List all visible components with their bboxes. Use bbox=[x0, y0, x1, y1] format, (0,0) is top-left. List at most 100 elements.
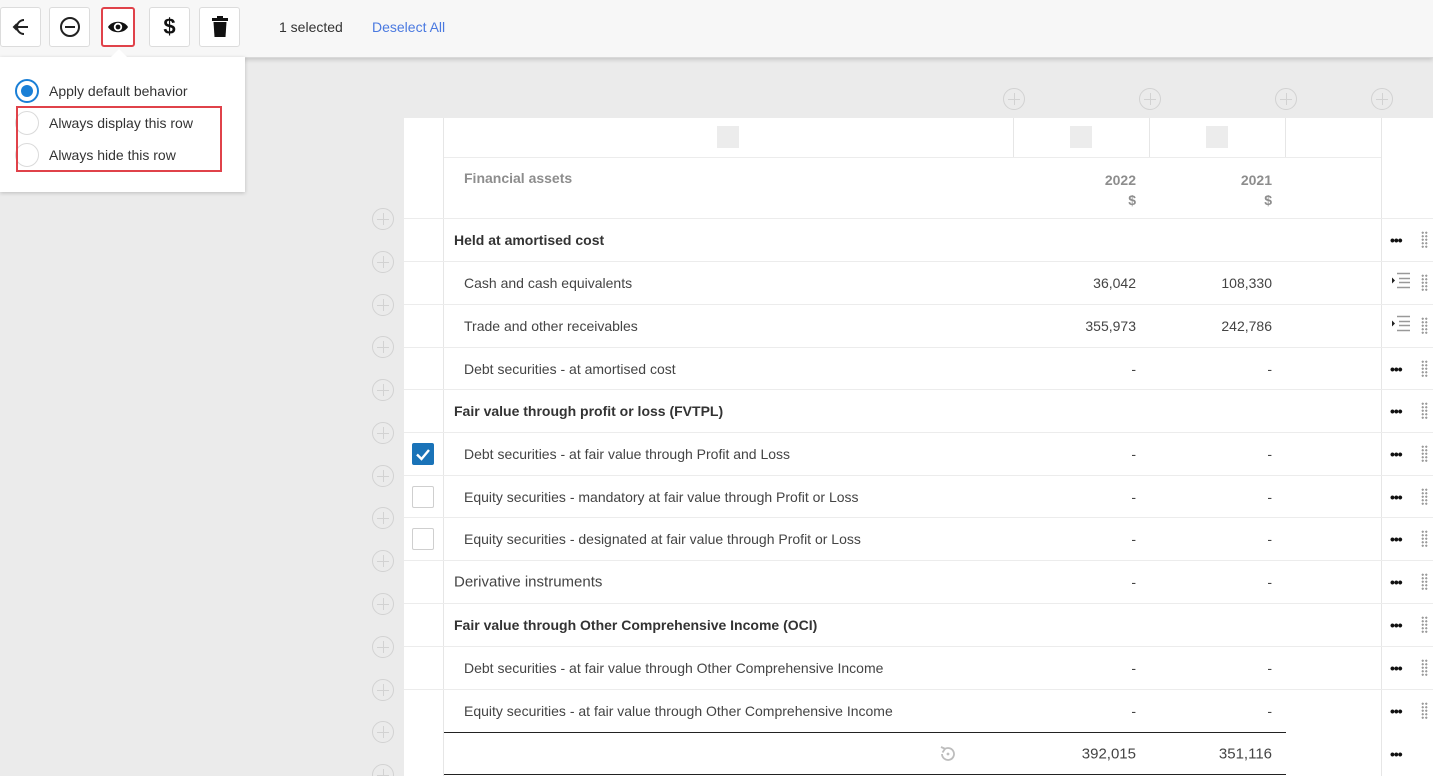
more-options-icon[interactable]: ••• bbox=[1390, 531, 1403, 547]
more-options-icon[interactable]: ••• bbox=[1390, 446, 1403, 462]
year-label: 2022 bbox=[1104, 172, 1136, 188]
row-label: Debt securities - at amortised cost bbox=[464, 360, 676, 377]
add-row-icon[interactable] bbox=[372, 294, 394, 316]
indent-icon bbox=[12, 19, 28, 35]
drag-handle-icon[interactable] bbox=[1421, 317, 1428, 335]
indent-list-icon[interactable] bbox=[1391, 315, 1411, 338]
dollar-icon: $ bbox=[163, 14, 176, 39]
column-header-2021: 2021 $ bbox=[1241, 170, 1272, 210]
table-row[interactable]: Debt securities - at fair value through … bbox=[404, 432, 1433, 475]
add-row-icon[interactable] bbox=[372, 764, 394, 776]
add-column-icon[interactable] bbox=[1275, 88, 1297, 110]
table-row[interactable]: Derivative instruments - - ••• bbox=[404, 560, 1433, 603]
financial-assets-table: Financial assets 2022 $ 2021 $ Held at a… bbox=[404, 118, 1433, 776]
visibility-button[interactable] bbox=[101, 7, 135, 47]
more-options-icon[interactable]: ••• bbox=[1390, 746, 1403, 762]
add-row-icon[interactable] bbox=[372, 507, 394, 529]
add-row-icon[interactable] bbox=[372, 379, 394, 401]
row-checkbox[interactable] bbox=[412, 443, 434, 465]
more-options-icon[interactable]: ••• bbox=[1390, 703, 1403, 719]
indent-list-icon[interactable] bbox=[1391, 272, 1411, 295]
add-row-icon[interactable] bbox=[372, 593, 394, 615]
add-row-icon[interactable] bbox=[372, 422, 394, 444]
add-row-icon[interactable] bbox=[372, 636, 394, 658]
drag-handle-icon[interactable] bbox=[1421, 231, 1428, 249]
eye-icon bbox=[108, 21, 128, 33]
remove-button[interactable] bbox=[49, 7, 90, 47]
total-row[interactable]: 392,015 351,116 ••• bbox=[404, 732, 1433, 776]
drag-handle-icon[interactable] bbox=[1421, 445, 1428, 463]
more-options-icon[interactable]: ••• bbox=[1390, 574, 1403, 590]
minus-circle-icon bbox=[59, 17, 80, 37]
drag-handle-icon[interactable] bbox=[1421, 659, 1428, 677]
value-2021: - bbox=[1267, 660, 1272, 676]
currency-button[interactable]: $ bbox=[149, 7, 190, 47]
drag-handle-icon[interactable] bbox=[1421, 359, 1428, 378]
more-options-icon[interactable]: ••• bbox=[1390, 489, 1403, 505]
drag-handle-icon[interactable] bbox=[1421, 573, 1428, 591]
table-row[interactable]: Equity securities - designated at fair v… bbox=[404, 517, 1433, 560]
add-row-icon[interactable] bbox=[372, 336, 394, 358]
radio-default-behavior[interactable] bbox=[15, 79, 39, 103]
table-row[interactable]: Fair value through profit or loss (FVTPL… bbox=[404, 389, 1433, 432]
value-2021: - bbox=[1267, 360, 1272, 377]
column-handle-icon[interactable] bbox=[717, 126, 739, 148]
option-default-behavior[interactable]: Apply default behavior bbox=[15, 78, 188, 104]
row-checkbox[interactable] bbox=[412, 528, 434, 550]
visibility-menu: Apply default behavior Always display th… bbox=[0, 49, 245, 192]
more-options-icon[interactable]: ••• bbox=[1390, 232, 1403, 248]
more-options-icon[interactable]: ••• bbox=[1390, 403, 1403, 419]
unit-label: $ bbox=[1264, 192, 1272, 208]
drag-handle-icon[interactable] bbox=[1421, 487, 1428, 506]
add-row-icon[interactable] bbox=[372, 550, 394, 572]
value-2021: 242,786 bbox=[1221, 318, 1272, 334]
table-row[interactable]: Trade and other receivables 355,973 242,78… bbox=[404, 304, 1433, 347]
value-2022: - bbox=[1131, 574, 1136, 590]
drag-handle-icon[interactable] bbox=[1421, 402, 1428, 420]
trash-icon bbox=[211, 16, 228, 37]
value-2021: - bbox=[1267, 703, 1272, 719]
add-row-icon[interactable] bbox=[372, 208, 394, 230]
table-title: Financial assets bbox=[464, 170, 573, 186]
total-2021: 351,116 bbox=[1218, 745, 1272, 763]
more-options-icon[interactable]: ••• bbox=[1390, 617, 1403, 633]
table-row[interactable]: Fair value through Other Comprehensive I… bbox=[404, 603, 1433, 646]
add-column-icon[interactable] bbox=[1003, 88, 1025, 110]
table-row[interactable]: Cash and cash equivalents 36,042 108,330 bbox=[404, 261, 1433, 304]
table-row[interactable]: Debt securities - at amortised cost - - ••• bbox=[404, 347, 1433, 389]
add-row-icon[interactable] bbox=[372, 251, 394, 273]
indent-button[interactable] bbox=[0, 7, 41, 47]
drag-handle-icon[interactable] bbox=[1421, 616, 1428, 634]
deselect-all-link[interactable]: Deselect All bbox=[372, 19, 445, 35]
value-2021: - bbox=[1267, 531, 1272, 547]
check-icon bbox=[416, 449, 430, 461]
column-handle-icon[interactable] bbox=[1206, 126, 1228, 148]
column-divider bbox=[1149, 118, 1150, 157]
drag-handle-icon[interactable] bbox=[1421, 274, 1428, 292]
row-label: Cash and cash equivalents bbox=[464, 275, 633, 291]
row-label: Held at amortised cost bbox=[454, 232, 605, 248]
add-column-icon[interactable] bbox=[1139, 88, 1161, 110]
table-row[interactable]: Equity securities - at fair value throug… bbox=[404, 689, 1433, 732]
column-divider bbox=[1285, 118, 1286, 157]
value-2022: 355,973 bbox=[1085, 318, 1136, 334]
row-checkbox[interactable] bbox=[412, 485, 434, 508]
table-row[interactable]: Held at amortised cost ••• bbox=[404, 218, 1433, 261]
table-row[interactable]: Debt securities - at fair value through … bbox=[404, 646, 1433, 689]
value-2022: - bbox=[1131, 446, 1136, 462]
delete-button[interactable] bbox=[199, 7, 240, 47]
drag-handle-icon[interactable] bbox=[1421, 702, 1428, 720]
year-label: 2021 bbox=[1240, 172, 1272, 188]
more-options-icon[interactable]: ••• bbox=[1390, 660, 1403, 676]
table-row[interactable]: Equity securities - mandatory at fair va… bbox=[404, 475, 1433, 517]
value-2021: 108,330 bbox=[1221, 275, 1272, 291]
add-row-icon[interactable] bbox=[372, 465, 394, 487]
value-2022: - bbox=[1131, 488, 1136, 505]
add-column-icon[interactable] bbox=[1371, 88, 1393, 110]
column-handle-icon[interactable] bbox=[1070, 126, 1092, 148]
reset-icon[interactable] bbox=[937, 743, 959, 765]
add-row-icon[interactable] bbox=[372, 721, 394, 743]
more-options-icon[interactable]: ••• bbox=[1390, 361, 1403, 377]
drag-handle-icon[interactable] bbox=[1421, 530, 1428, 548]
add-row-icon[interactable] bbox=[372, 679, 394, 701]
